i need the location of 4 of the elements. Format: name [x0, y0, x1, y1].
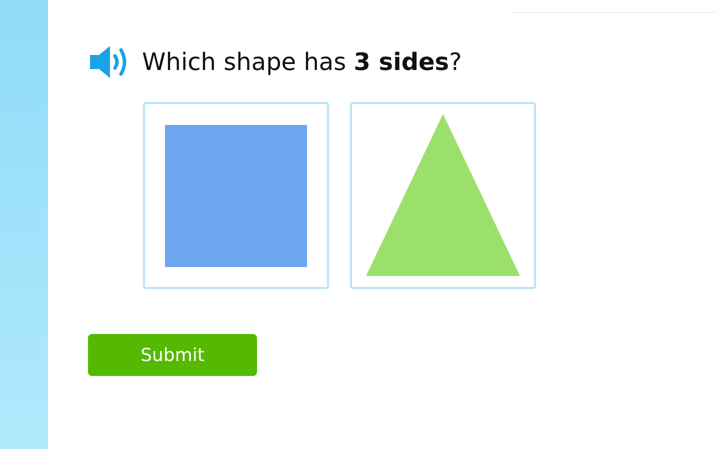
- answer-choice[interactable]: [143, 102, 329, 289]
- question-text: Which shape has 3 sides?: [142, 48, 462, 76]
- submit-button[interactable]: Submit: [88, 334, 257, 376]
- answer-choice[interactable]: [350, 102, 536, 289]
